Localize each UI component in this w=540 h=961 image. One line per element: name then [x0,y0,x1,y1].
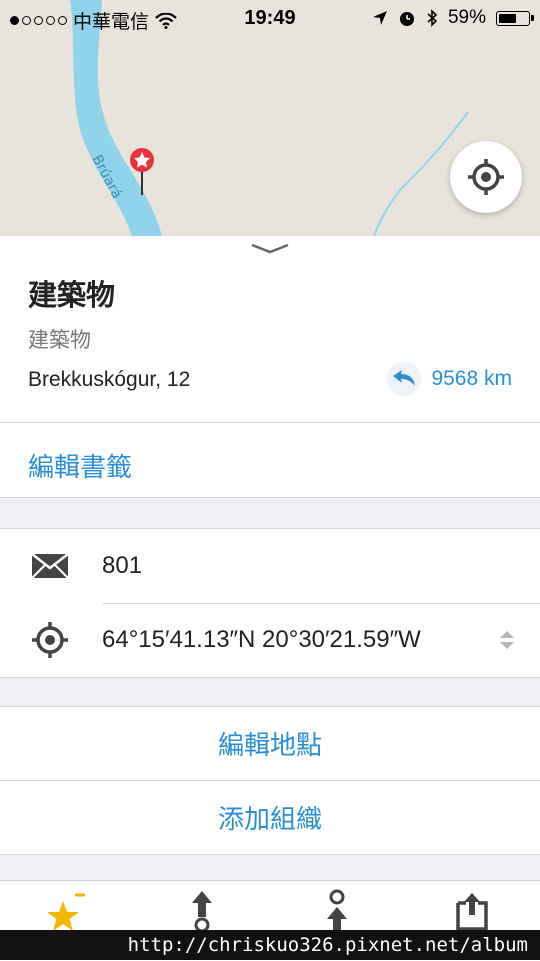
edit-place-label: 編輯地點 [217,730,322,760]
details-section: 801 64°15′41.13″N 20°30′21.59″W [0,529,540,678]
edit-bookmark-button[interactable]: 編輯書籤 [0,423,540,498]
coordinates-row[interactable]: 64°15′41.13″N 20°30′21.59″W [0,603,540,677]
edit-bookmark-label: 編輯書籤 [28,452,133,482]
place-type: 建築物 [28,329,91,352]
chevron-down-icon[interactable] [250,242,290,256]
add-organization-label: 添加組織 [217,804,322,834]
route-to-icon [327,889,347,933]
edit-place-button[interactable]: 編輯地點 [0,707,540,781]
place-title: 建築物 [28,280,116,312]
mail-icon [31,553,69,579]
place-sheet: 建築物 建築物 Brekkuskógur, 12 9568 km 編輯書籤 80… [0,236,540,855]
direction-arrow-icon [387,362,422,396]
battery-icon [496,10,534,26]
bookmark-star-icon [47,893,85,931]
crosshair-icon [468,159,504,195]
location-arrow-icon [372,11,387,25]
section-spacer [0,498,540,529]
postcode-row[interactable]: 801 [0,529,540,603]
alarm-icon [399,12,414,26]
place-address: Brekkuskógur, 12 [28,368,191,391]
bookmark-tab[interactable] [38,889,98,933]
route-from-tab[interactable] [172,889,232,933]
route-from-icon [192,891,212,933]
share-tab[interactable] [442,889,502,933]
add-organization-button[interactable]: 添加組織 [0,781,540,855]
coordinates-value: 64°15′41.13″N 20°30′21.59″W [102,626,421,653]
postcode-value: 801 [102,552,143,579]
place-info-card: 建築物 建築物 Brekkuskógur, 12 9568 km [0,236,540,423]
my-location-button[interactable] [450,141,522,213]
format-toggle-icon[interactable] [498,628,516,652]
watermark: http://chriskuo326.pixnet.net/album [0,930,540,960]
bluetooth-icon [427,9,438,27]
distance-badge[interactable]: 9568 km [387,362,512,396]
share-icon [456,893,488,931]
distance-value: 9568 km [431,367,512,390]
status-bar: 中華電信 19:49 59% [0,0,540,36]
route-to-tab[interactable] [307,889,367,933]
battery-percent: 59% [447,7,486,28]
section-spacer [0,678,540,707]
status-right: 59% [372,7,534,29]
coordinates-crosshair-icon [32,622,68,658]
